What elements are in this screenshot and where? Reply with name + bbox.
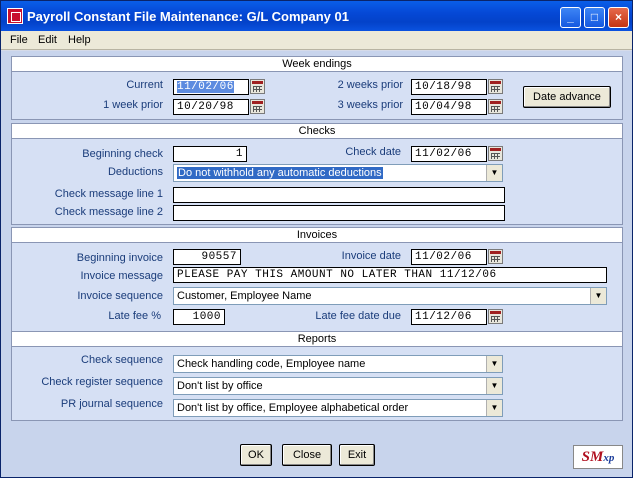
check-sequence-label: Check sequence	[81, 354, 163, 366]
week2-date-field[interactable]: 10/18/98	[411, 79, 487, 95]
calendar-icon[interactable]	[488, 146, 503, 161]
chevron-down-icon[interactable]: ▼	[590, 288, 606, 304]
current-date-field[interactable]: 11/02/06	[173, 79, 249, 95]
check-message-1-field[interactable]	[173, 187, 505, 203]
exit-button[interactable]: Exit	[339, 444, 375, 466]
chevron-down-icon[interactable]: ▼	[486, 165, 502, 181]
calendar-icon[interactable]	[488, 309, 503, 324]
beginning-check-label: Beginning check	[82, 148, 163, 160]
check-message-2-label: Check message line 2	[54, 206, 163, 218]
menu-help[interactable]: Help	[68, 34, 91, 46]
pr-journal-sequence-select[interactable]: Don't list by office, Employee alphabeti…	[173, 399, 503, 417]
form-area: Week endings Current 11/02/06 1 week pri…	[1, 51, 632, 477]
deductions-label: Deductions	[107, 166, 163, 178]
menu-bar: File Edit Help	[1, 31, 632, 50]
week1-date-field[interactable]: 10/20/98	[173, 99, 249, 115]
chevron-down-icon[interactable]: ▼	[486, 378, 502, 394]
invoice-date-field[interactable]: 11/02/06	[411, 249, 487, 265]
check-register-sequence-label: Check register sequence	[41, 376, 163, 388]
week2-label: 2 weeks prior	[337, 79, 403, 91]
late-fee-label: Late fee %	[108, 310, 161, 322]
check-date-label: Check date	[345, 146, 401, 158]
menu-edit[interactable]: Edit	[38, 34, 57, 46]
calendar-icon[interactable]	[488, 249, 503, 264]
invoice-message-field[interactable]: PLEASE PAY THIS AMOUNT NO LATER THAN 11/…	[173, 267, 607, 283]
late-fee-date-field[interactable]: 11/12/06	[411, 309, 487, 325]
section-reports: Reports	[11, 331, 623, 347]
close-button[interactable]: Close	[282, 444, 332, 466]
window-title: Payroll Constant File Maintenance: G/L C…	[27, 9, 349, 24]
section-checks: Checks	[11, 123, 623, 139]
date-advance-button[interactable]: Date advance	[523, 86, 611, 108]
week1-label: 1 week prior	[103, 99, 163, 111]
calendar-icon[interactable]	[250, 79, 265, 94]
check-register-sequence-select[interactable]: Don't list by office ▼	[173, 377, 503, 395]
menu-file[interactable]: File	[10, 34, 28, 46]
week3-label: 3 weeks prior	[337, 99, 403, 111]
maximize-button[interactable]: □	[584, 7, 605, 28]
section-week-endings: Week endings	[11, 56, 623, 72]
beginning-invoice-label: Beginning invoice	[76, 252, 163, 264]
late-fee-field[interactable]: 1000	[173, 309, 225, 325]
invoice-sequence-label: Invoice sequence	[77, 290, 163, 302]
ok-button[interactable]: OK	[240, 444, 272, 466]
sm-logo: SMxp	[573, 445, 623, 469]
week3-date-field[interactable]: 10/04/98	[411, 99, 487, 115]
pr-journal-sequence-label: PR journal sequence	[60, 398, 163, 410]
invoice-message-label: Invoice message	[80, 270, 163, 282]
invoice-date-label: Invoice date	[341, 250, 401, 262]
calendar-icon[interactable]	[488, 79, 503, 94]
check-message-1-label: Check message line 1	[54, 188, 163, 200]
app-window: Payroll Constant File Maintenance: G/L C…	[0, 0, 633, 478]
title-bar[interactable]: Payroll Constant File Maintenance: G/L C…	[1, 1, 632, 31]
chevron-down-icon[interactable]: ▼	[486, 356, 502, 372]
section-invoices: Invoices	[11, 227, 623, 243]
beginning-invoice-field[interactable]: 90557	[173, 249, 241, 265]
deductions-select[interactable]: Do not withhold any automatic deductions…	[173, 164, 503, 182]
check-message-2-field[interactable]	[173, 205, 505, 221]
current-label: Current	[126, 79, 163, 91]
calendar-icon[interactable]	[250, 99, 265, 114]
late-fee-date-label: Late fee date due	[315, 310, 401, 322]
chevron-down-icon[interactable]: ▼	[486, 400, 502, 416]
check-date-field[interactable]: 11/02/06	[411, 146, 487, 162]
close-window-button[interactable]: ×	[608, 7, 629, 28]
beginning-check-field[interactable]: 1	[173, 146, 247, 162]
invoice-sequence-select[interactable]: Customer, Employee Name ▼	[173, 287, 607, 305]
calendar-icon[interactable]	[488, 99, 503, 114]
check-sequence-select[interactable]: Check handling code, Employee name ▼	[173, 355, 503, 373]
minimize-button[interactable]: _	[560, 7, 581, 28]
app-icon	[7, 8, 23, 24]
